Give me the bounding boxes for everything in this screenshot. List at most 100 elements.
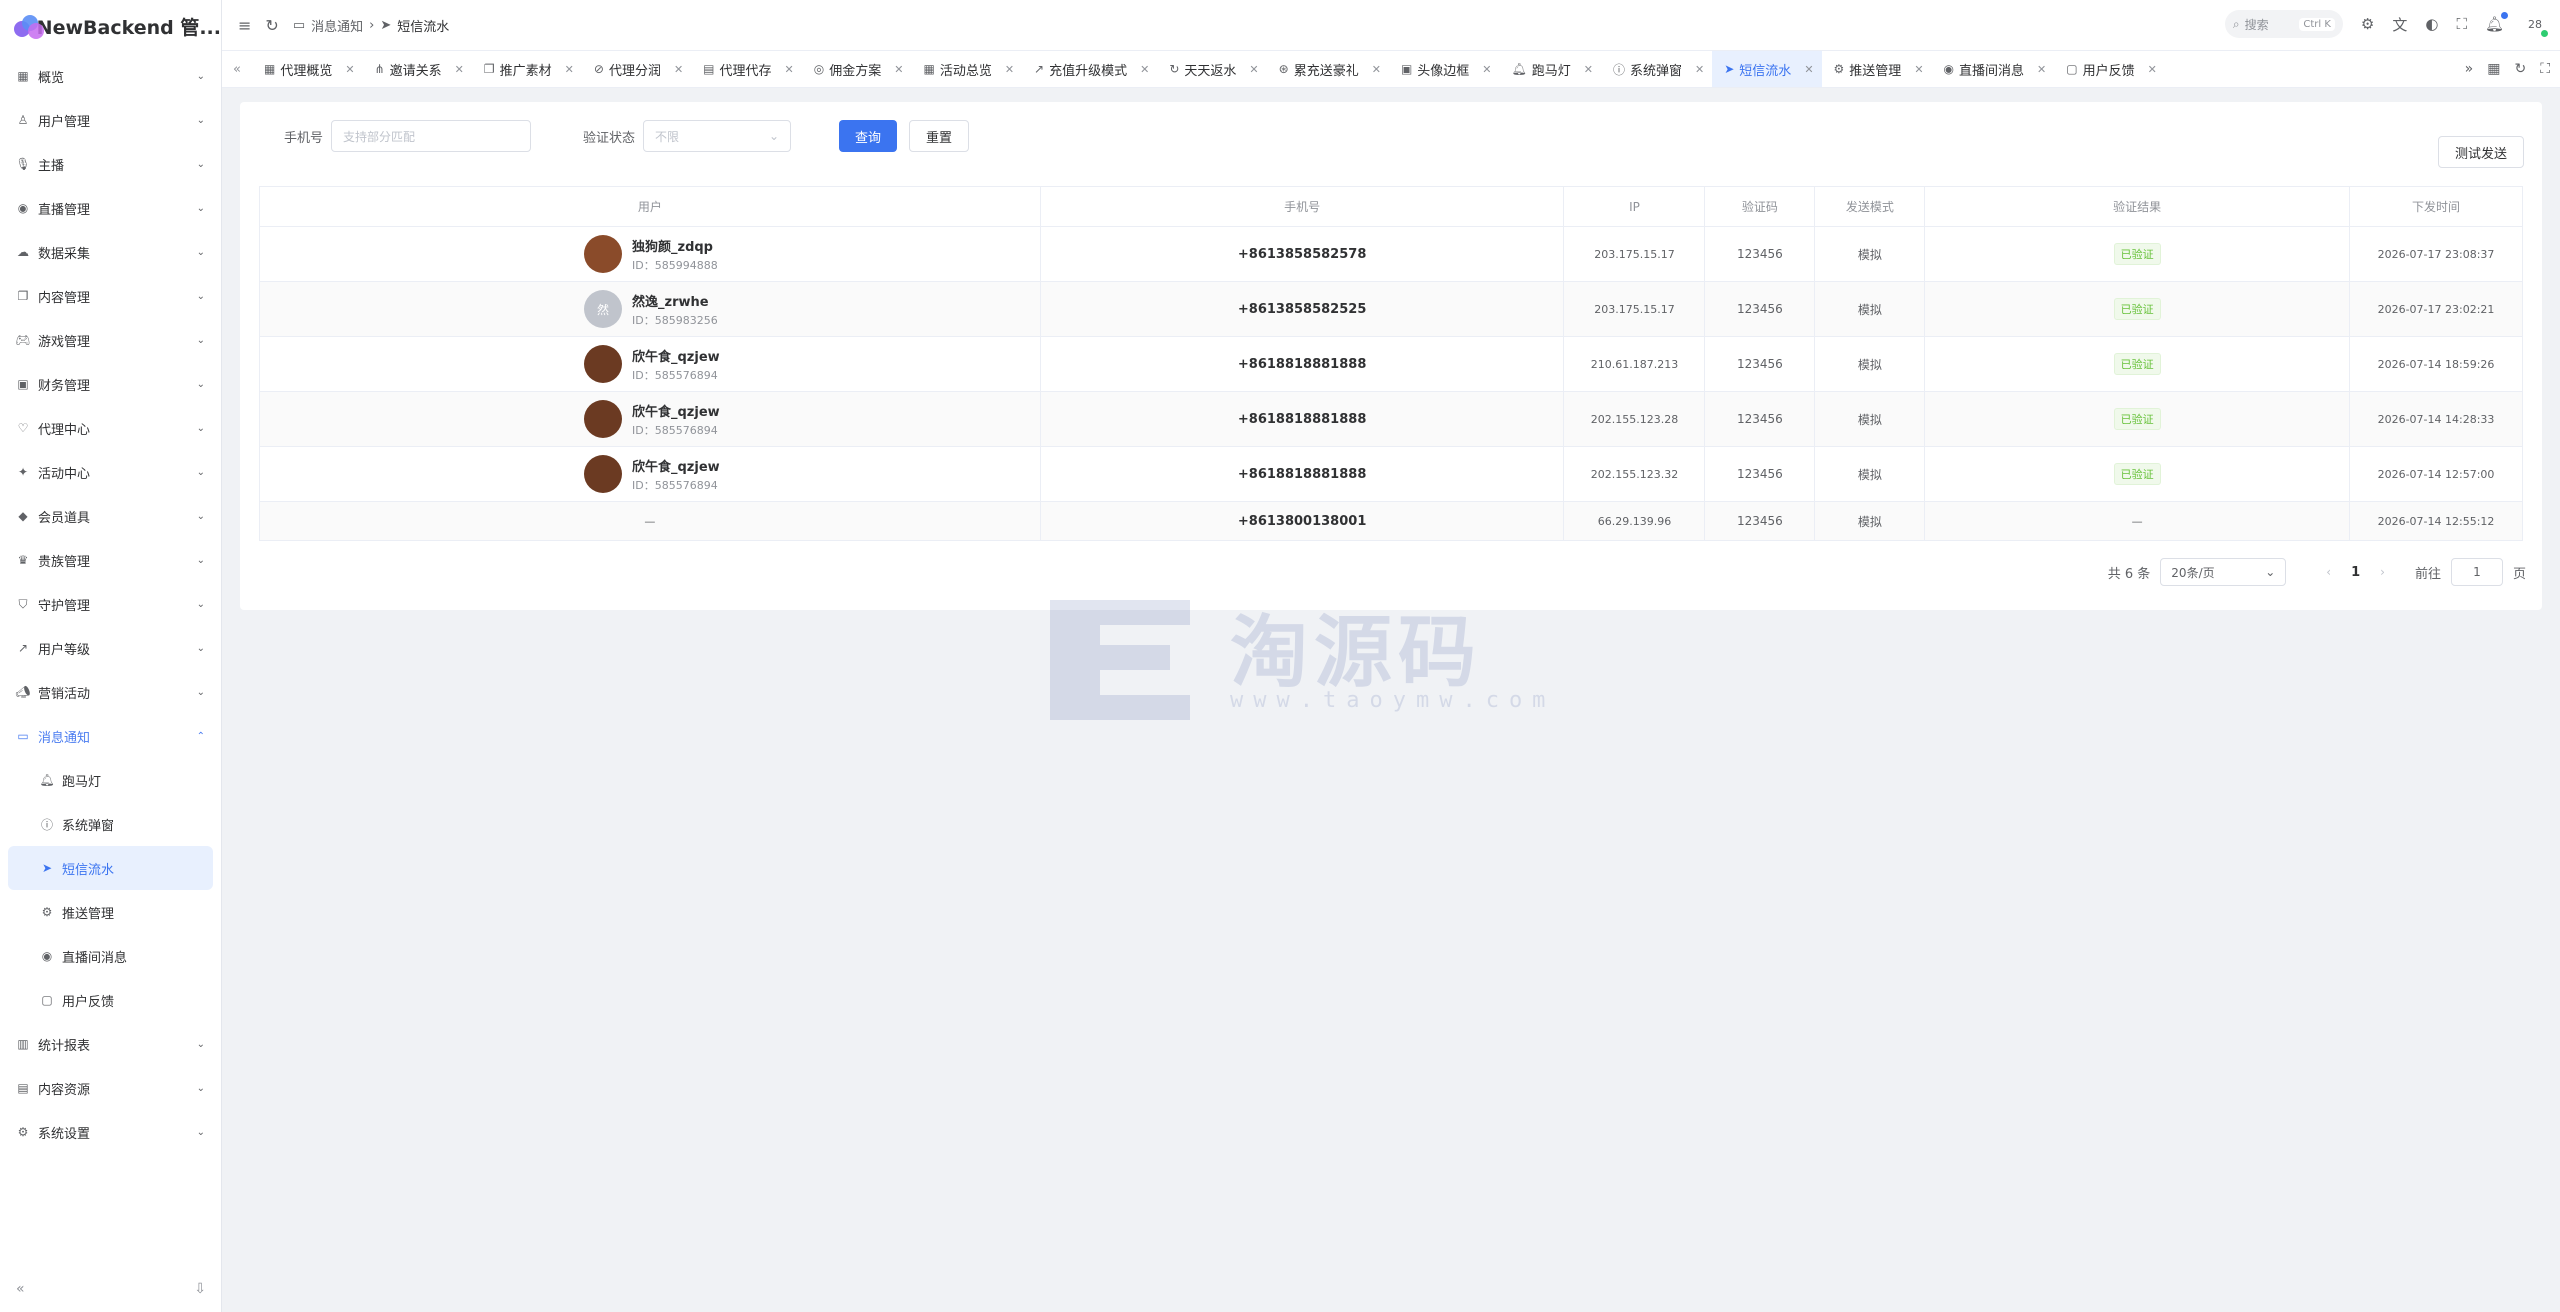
pin-icon[interactable]: ⇩: [194, 1281, 206, 1297]
prev-page-icon[interactable]: ‹: [2326, 565, 2331, 579]
close-icon[interactable]: ✕: [785, 63, 794, 76]
notification-bell-icon[interactable]: 🔔︎: [2485, 12, 2508, 33]
avatar[interactable]: [584, 400, 622, 438]
sidebar-item[interactable]: ❐ 内容管理 ⌄: [0, 274, 221, 318]
close-icon[interactable]: ✕: [1249, 63, 1258, 76]
goto-page-input[interactable]: 1: [2450, 558, 2503, 586]
refresh-icon[interactable]: ↻: [265, 16, 278, 35]
page-number-current[interactable]: 1: [2351, 565, 2360, 580]
tab-item[interactable]: ↻ 天天返水 ✕: [1157, 51, 1266, 87]
tab-grid-icon[interactable]: ▦: [2487, 61, 2500, 77]
sidebar-item[interactable]: ⛉ 守护管理 ⌄: [0, 582, 221, 626]
close-icon[interactable]: ✕: [1372, 63, 1381, 76]
col-mode[interactable]: 发送模式: [1814, 186, 1926, 227]
col-result[interactable]: 验证结果: [1924, 186, 2351, 227]
sidebar-item[interactable]: ☁ 数据采集 ⌄: [0, 230, 221, 274]
translate-icon[interactable]: 文: [2392, 14, 2407, 35]
sidebar-item[interactable]: 🎮︎ 游戏管理 ⌄: [0, 318, 221, 362]
sidebar-item[interactable]: 🎙︎ 主播 ⌄: [0, 142, 221, 186]
col-ip[interactable]: IP: [1563, 186, 1706, 227]
sidebar-subitem[interactable]: ⚙ 推送管理: [0, 890, 221, 934]
tab-refresh-icon[interactable]: ↻: [2514, 61, 2526, 77]
close-icon[interactable]: ✕: [894, 63, 903, 76]
theme-icon[interactable]: ◐: [2425, 15, 2438, 33]
reset-button[interactable]: 重置: [909, 120, 970, 152]
close-icon[interactable]: ✕: [345, 63, 354, 76]
tab-item[interactable]: ⚙ 推送管理 ✕: [1822, 51, 1932, 87]
sidebar-subitem[interactable]: ⓘ 系统弹窗: [0, 802, 221, 846]
user-name[interactable]: 独狗颜_zdqp: [632, 236, 718, 255]
sidebar-item[interactable]: ♙ 用户管理 ⌄: [0, 98, 221, 142]
test-send-button[interactable]: 测试发送: [2437, 136, 2524, 168]
sidebar-item[interactable]: ♡ 代理中心 ⌄: [0, 406, 221, 450]
col-code[interactable]: 验证码: [1704, 186, 1816, 227]
tab-item[interactable]: ▦ 代理概览 ✕: [252, 51, 363, 87]
sidebar-subitem[interactable]: ◉ 直播间消息: [0, 934, 221, 978]
col-user[interactable]: 用户: [259, 186, 1041, 227]
app-logo[interactable]: NewBackend 管...: [0, 0, 221, 52]
collapse-sidebar-icon[interactable]: «: [16, 1281, 25, 1297]
close-icon[interactable]: ✕: [2148, 63, 2157, 76]
tab-item[interactable]: ◉ 直播间消息 ✕: [1932, 51, 2055, 87]
tab-scroll-right-icon[interactable]: »: [2465, 61, 2474, 77]
close-icon[interactable]: ✕: [1005, 63, 1014, 76]
sidebar-item[interactable]: ⚙ 系统设置 ⌄: [0, 1110, 221, 1154]
close-icon[interactable]: ✕: [1914, 63, 1923, 76]
sidebar-item[interactable]: ◉ 直播管理 ⌄: [0, 186, 221, 230]
sidebar-item[interactable]: 📣︎ 营销活动 ⌄: [0, 670, 221, 714]
close-icon[interactable]: ✕: [2037, 63, 2046, 76]
close-icon[interactable]: ✕: [1482, 63, 1491, 76]
sidebar-item[interactable]: ♛ 贵族管理 ⌄: [0, 538, 221, 582]
sidebar-subitem[interactable]: ➤ 短信流水: [8, 846, 213, 890]
tab-item[interactable]: ▢ 用户反馈 ✕: [2054, 51, 2165, 87]
next-page-icon[interactable]: ›: [2380, 565, 2385, 579]
tab-item[interactable]: ➤ 短信流水 ✕: [1712, 51, 1822, 87]
user-name[interactable]: 欣午食_qzjew: [632, 346, 720, 365]
tab-item[interactable]: ▦ 活动总览 ✕: [911, 51, 1022, 87]
query-button[interactable]: 查询: [839, 120, 898, 152]
close-icon[interactable]: ✕: [455, 63, 464, 76]
sidebar-item[interactable]: ◆ 会员道具 ⌄: [0, 494, 221, 538]
avatar[interactable]: [584, 455, 622, 493]
close-icon[interactable]: ✕: [1140, 63, 1149, 76]
sidebar-item[interactable]: ▦ 概览 ⌄: [0, 54, 221, 98]
col-time[interactable]: 下发时间: [2349, 186, 2523, 227]
global-search[interactable]: ⌕ 搜索 Ctrl K: [2224, 10, 2343, 38]
user-avatar[interactable]: 28: [2522, 11, 2548, 37]
sidebar-item[interactable]: ▭ 消息通知 ⌃: [0, 714, 221, 758]
tab-item[interactable]: ▣ 头像边框 ✕: [1389, 51, 1500, 87]
tab-scroll-left-icon[interactable]: «: [222, 62, 252, 77]
sidebar-item[interactable]: ↗ 用户等级 ⌄: [0, 626, 221, 670]
close-icon[interactable]: ✕: [1804, 63, 1813, 76]
tab-item[interactable]: ⊛ 累充送豪礼 ✕: [1267, 51, 1389, 87]
sidebar-item[interactable]: ▥ 统计报表 ⌄: [0, 1022, 221, 1066]
tab-item[interactable]: ▤ 代理代存 ✕: [691, 51, 802, 87]
sidebar-subitem[interactable]: 🔔︎ 跑马灯: [0, 758, 221, 802]
avatar[interactable]: [584, 235, 622, 273]
avatar[interactable]: [584, 345, 622, 383]
tab-item[interactable]: ◎ 佣金方案 ✕: [802, 51, 912, 87]
tab-fullscreen-icon[interactable]: ⛶: [2540, 61, 2550, 77]
settings-icon[interactable]: ⚙: [2361, 15, 2374, 33]
tab-item[interactable]: 🔔︎ 跑马灯 ✕: [1500, 51, 1601, 87]
sidebar-item[interactable]: ✦ 活动中心 ⌄: [0, 450, 221, 494]
user-name[interactable]: 欣午食_qzjew: [632, 456, 720, 475]
tab-item[interactable]: ⓘ 系统弹窗 ✕: [1601, 51, 1712, 87]
phone-filter-input[interactable]: 支持部分匹配: [331, 120, 532, 152]
user-name[interactable]: 然逸_zrwhe: [632, 291, 718, 310]
close-icon[interactable]: ✕: [565, 63, 574, 76]
tab-item[interactable]: ❐ 推广素材 ✕: [472, 51, 582, 87]
col-phone[interactable]: 手机号: [1039, 186, 1565, 227]
close-icon[interactable]: ✕: [1695, 63, 1704, 76]
tab-item[interactable]: ↗ 充值升级模式 ✕: [1022, 51, 1157, 87]
menu-toggle-icon[interactable]: ≡: [238, 16, 251, 35]
sidebar-item[interactable]: ▣ 财务管理 ⌄: [0, 362, 221, 406]
breadcrumb-item-parent[interactable]: 消息通知: [311, 16, 363, 35]
fullscreen-icon[interactable]: ⛶: [2456, 15, 2467, 33]
tab-item[interactable]: ⊘ 代理分润 ✕: [582, 51, 691, 87]
close-icon[interactable]: ✕: [674, 63, 683, 76]
sidebar-subitem[interactable]: ▢ 用户反馈: [0, 978, 221, 1022]
avatar[interactable]: 然: [584, 290, 622, 328]
status-filter-select[interactable]: 不限 ⌄: [643, 120, 792, 152]
sidebar-item[interactable]: ▤ 内容资源 ⌄: [0, 1066, 221, 1110]
